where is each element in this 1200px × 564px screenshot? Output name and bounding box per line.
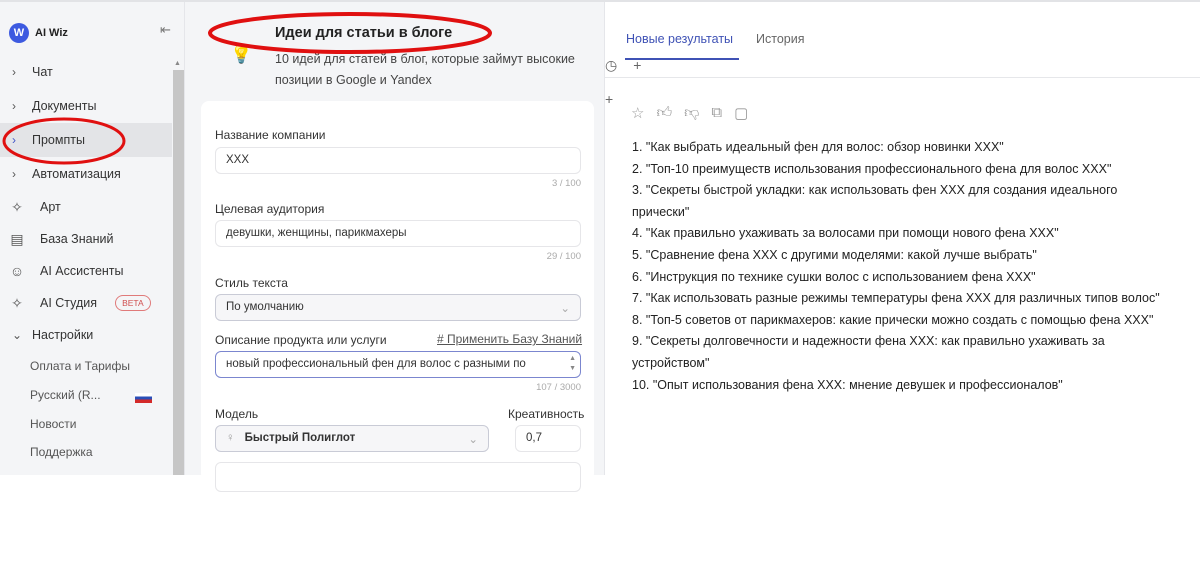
- company-label: Название компании: [215, 128, 326, 142]
- chevron-down-icon: ⌄: [12, 328, 23, 342]
- sidebar-item-art[interactable]: ✧ Арт: [0, 190, 172, 224]
- list-item: 8. "Топ-5 советов от парикмахеров: какие…: [632, 312, 1154, 327]
- list-item: 1. "Как выбрать идеальный фен для волос:…: [632, 140, 1004, 154]
- logo-icon: W: [9, 23, 29, 43]
- sparkle-icon: ✧: [11, 198, 23, 215]
- company-counter: 3 / 100: [551, 178, 581, 189]
- lightbulb-icon: ♀: [226, 432, 235, 444]
- model-value: Быстрый Полиглот: [244, 432, 356, 444]
- results-list: 1. "Как выбрать идеальный фен для волос:…: [632, 137, 1162, 396]
- chevron-down-icon: ⌄: [468, 434, 478, 446]
- thumbs-down-icon[interactable]: 👎︎: [684, 104, 699, 122]
- list-item: 10. "Опыт использования фена XXX: мнение…: [632, 377, 1063, 392]
- sidebar-item-ai-studio[interactable]: ✧ AI Студия BETA: [0, 286, 172, 320]
- sidebar-subitem-language[interactable]: Русский (R...: [30, 388, 101, 402]
- sidebar-item-label: База Знаний: [40, 232, 114, 246]
- scroll-up-arrow[interactable]: ▲: [174, 60, 181, 67]
- beta-badge: BETA: [115, 295, 151, 311]
- model-label: Модель: [215, 407, 259, 421]
- list-item: 6. "Инструкция по технике сушки волос с …: [632, 269, 1036, 284]
- product-label: Описание продукта или услуги: [215, 333, 387, 347]
- sidebar-item-ai-assistants[interactable]: ☺ AI Ассистенты: [0, 254, 172, 288]
- sidebar-item-knowledge-base[interactable]: ▤ База Знаний: [0, 222, 172, 256]
- list-item: 5. "Сравнение фена XXX с другими моделям…: [632, 247, 1037, 262]
- document-icon[interactable]: ▢: [734, 104, 748, 122]
- creativity-input[interactable]: 0,7: [515, 425, 581, 452]
- sidebar-item-documents[interactable]: › Документы +: [0, 89, 613, 123]
- page-title: Идеи для статьи в блоге: [275, 25, 453, 41]
- sidebar-item-label: Автоматизация: [32, 167, 121, 181]
- list-item: 3. "Секреты быстрой укладки: как использ…: [632, 183, 1118, 219]
- sidebar-item-prompts[interactable]: › Промпты: [0, 123, 172, 157]
- sidebar-item-label: AI Студия: [40, 296, 98, 310]
- company-input[interactable]: XXX: [215, 147, 581, 174]
- list-item: 2. "Топ-10 преимуществ использования про…: [632, 161, 1112, 176]
- prompt-description: 10 идей для статей в блог, которые займу…: [275, 52, 575, 87]
- chevron-right-icon: ›: [12, 167, 16, 181]
- creativity-label: Креативность: [508, 407, 585, 421]
- model-select[interactable]: ♀ Быстрый Полиглот ⌄: [215, 425, 489, 452]
- book-icon: ▤: [10, 230, 24, 247]
- chevron-right-icon: ›: [12, 133, 16, 147]
- chevron-down-icon: ⌄: [560, 303, 570, 315]
- product-textarea[interactable]: новый профессиональный фен для волос с р…: [215, 351, 581, 378]
- style-select[interactable]: По умолчанию ⌄: [215, 294, 581, 321]
- thumbs-up-icon[interactable]: 👍︎: [656, 104, 672, 122]
- list-item: 9. "Секреты долговечности и надежности ф…: [632, 334, 1105, 370]
- textarea-spinner[interactable]: ▲ ▼: [569, 354, 576, 374]
- product-value: новый профессиональный фен для волос с р…: [226, 358, 526, 370]
- russian-flag-icon: [135, 393, 152, 403]
- copy-icon[interactable]: ⧉: [711, 104, 722, 122]
- sidebar-item-label: Настройки: [32, 328, 94, 342]
- sidebar-item-label: Чат: [32, 65, 53, 79]
- list-item: 7. "Как использовать разные режимы темпе…: [632, 291, 1160, 306]
- star-icon[interactable]: ☆: [631, 104, 644, 122]
- sidebar-item-settings[interactable]: ⌄ Настройки: [0, 318, 172, 352]
- sidebar-item-label: Арт: [40, 200, 61, 214]
- audience-counter: 29 / 100: [546, 251, 581, 262]
- list-item: 4. "Как правильно ухаживать за волосами …: [632, 226, 1059, 241]
- style-label: Стиль текста: [215, 276, 288, 290]
- sidebar-scrollbar[interactable]: [173, 70, 184, 475]
- tab-history[interactable]: История: [756, 32, 804, 46]
- lightbulb-icon: 💡: [230, 44, 253, 64]
- chevron-right-icon: ›: [12, 65, 16, 79]
- extra-input[interactable]: [215, 462, 581, 492]
- collapse-sidebar-icon[interactable]: ⇤: [160, 22, 171, 38]
- tab-new-results[interactable]: Новые результаты: [626, 32, 733, 46]
- results-tabs: Новые результаты История: [605, 2, 1200, 78]
- active-tab-indicator: [625, 58, 739, 60]
- sidebar: W AI Wiz ⇤ › Чат ◷ + › Документы + › Промпты › А…: [0, 2, 641, 475]
- chevron-right-icon: ›: [12, 99, 16, 113]
- results-panel: Новые результаты История ☆ 👍︎ 👎︎ ⧉ ▢ 1. …: [605, 2, 1200, 475]
- sidebar-item-label: Документы: [32, 99, 97, 113]
- logo[interactable]: W AI Wiz: [9, 23, 68, 43]
- apply-knowledge-base-link[interactable]: # Применить Базу Знаний: [437, 332, 582, 346]
- sidebar-item-automation[interactable]: › Автоматизация: [0, 157, 172, 191]
- robot-icon: ☺: [9, 263, 25, 279]
- sidebar-subitem-news[interactable]: Новости: [30, 417, 76, 431]
- sidebar-subitem-billing[interactable]: Оплата и Тарифы: [30, 359, 130, 373]
- audience-label: Целевая аудитория: [215, 202, 325, 216]
- sidebar-subitem-support[interactable]: Поддержка: [30, 445, 93, 459]
- sidebar-item-label: Промпты: [32, 133, 85, 147]
- sidebar-item-label: AI Ассистенты: [40, 264, 124, 278]
- style-value: По умолчанию: [226, 301, 304, 313]
- app-name: AI Wiz: [35, 27, 68, 39]
- sidebar-item-chat[interactable]: › Чат ◷ +: [0, 55, 641, 89]
- result-actions: ☆ 👍︎ 👎︎ ⧉ ▢: [631, 104, 748, 122]
- sparkle-icon: ✧: [11, 294, 23, 311]
- audience-input[interactable]: девушки, женщины, парикмахеры: [215, 220, 581, 247]
- product-counter: 107 / 3000: [536, 382, 581, 393]
